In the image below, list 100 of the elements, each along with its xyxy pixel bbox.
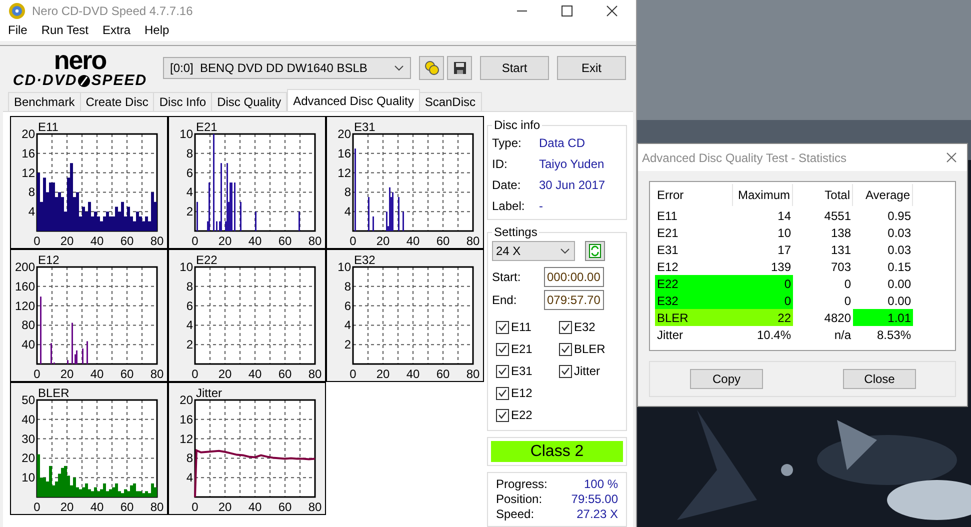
checkbox[interactable] [496, 364, 509, 378]
axis-label: 20 [22, 127, 35, 141]
axis-label: 60 [278, 367, 292, 381]
checkbox[interactable] [496, 408, 509, 422]
axis-label: 30 [22, 432, 35, 446]
axis-label: 20 [376, 367, 390, 381]
chart-title: E31 [354, 120, 376, 134]
axis-label: 20 [60, 367, 74, 381]
field-label: Type: [492, 135, 522, 152]
column-header[interactable]: Total [793, 184, 853, 206]
table-cell: BLER [655, 309, 733, 326]
caret-icon [560, 248, 570, 254]
end-label: End: [492, 292, 518, 309]
field-label: Date: [492, 177, 522, 194]
field-label: Speed: [496, 507, 534, 522]
field-value: 30 Jun 2017 [539, 177, 606, 194]
axis-label: 8 [344, 185, 351, 200]
checkbox[interactable] [496, 342, 509, 356]
axis-label: 16 [180, 412, 193, 426]
field-label: Position: [496, 492, 542, 507]
table-cell-text: E11 [656, 208, 678, 224]
axis-label: 80 [308, 500, 322, 514]
checkbox-label: E21 [511, 341, 532, 358]
axis-label: 40 [22, 338, 35, 352]
tab[interactable]: Benchmark [8, 92, 81, 111]
checkbox[interactable] [559, 364, 572, 378]
axis-label: 80 [150, 500, 164, 514]
caret-icon [394, 64, 404, 70]
axis-label: 60 [120, 500, 134, 514]
axis-label: 80 [150, 367, 164, 381]
axis-label: 40 [248, 234, 262, 248]
axis-label: 60 [436, 234, 450, 248]
copy-button[interactable]: Copy [690, 369, 763, 389]
close-button[interactable]: Close [843, 369, 916, 389]
end-field[interactable]: 079:57.70 [544, 290, 604, 310]
table-cell: E22 [655, 275, 733, 292]
axis-label: 6 [186, 298, 193, 313]
table-cell-text: 0.03 [886, 242, 912, 258]
table-cell-text: 0.00 [886, 292, 912, 309]
table-cell-text: 4551 [823, 208, 852, 224]
refresh-icon [589, 244, 601, 258]
table-cell: E32 [655, 292, 733, 309]
checkbox-label: Jitter [574, 363, 600, 380]
table-cell-text: 703 [830, 258, 852, 275]
field-label: Progress: [496, 477, 548, 492]
axis-label: 4 [186, 318, 193, 332]
menu-item[interactable]: Run Test [41, 21, 88, 40]
checkbox-label: E32 [574, 319, 596, 336]
axis-label: 4 [186, 185, 193, 200]
axis-label: 80 [308, 234, 322, 248]
column-header[interactable]: Maximum [733, 184, 793, 206]
axis-label: 160 [14, 279, 35, 294]
field-value: Data CD [539, 135, 586, 152]
start-button[interactable]: Start [480, 56, 549, 80]
axis-label: 0 [192, 234, 198, 248]
field-value: - [539, 198, 543, 215]
table-cell-text: 10.4% [756, 326, 792, 343]
tab[interactable]: Advanced Disc Quality [287, 89, 420, 111]
refresh-button[interactable] [585, 241, 605, 261]
menu-item[interactable]: File [8, 21, 28, 40]
column-header[interactable]: Average [853, 184, 913, 206]
exit-button[interactable]: Exit [557, 56, 626, 80]
close-icon[interactable] [606, 4, 618, 17]
chart-title: E11 [38, 120, 58, 134]
table-cell-text: 4820 [823, 310, 852, 326]
axis-label: 40 [406, 234, 420, 248]
field-label: ID: [492, 156, 508, 173]
class-badge: Class 2 [491, 441, 623, 462]
axis-label: 12 [338, 166, 351, 180]
close-icon[interactable] [946, 152, 957, 163]
table-cell-text: 139 [770, 258, 792, 275]
table-cell-text: 14 [776, 208, 792, 224]
floppy-icon [452, 60, 466, 74]
axis-label: 60 [436, 367, 450, 381]
eject-button[interactable] [419, 56, 444, 80]
axis-label: 12 [22, 166, 35, 180]
axis-label: 0 [34, 500, 40, 514]
tab[interactable]: Disc Quality [211, 92, 288, 111]
axis-label: 40 [248, 367, 262, 381]
checkbox[interactable] [559, 320, 572, 334]
start-field[interactable]: 000:00.00 [544, 267, 604, 287]
save-button[interactable] [447, 56, 472, 80]
table-cell-text: 0 [843, 276, 852, 292]
axis-label: 20 [60, 500, 74, 514]
axis-label: 10 [22, 470, 35, 485]
menu-item[interactable]: Help [144, 21, 170, 40]
checkbox[interactable] [559, 342, 572, 356]
axis-label: 8 [344, 279, 351, 294]
column-header[interactable]: Error [655, 184, 733, 206]
menu-item[interactable]: Extra [102, 21, 130, 40]
tab[interactable]: ScanDisc [418, 92, 482, 111]
maximize-icon[interactable] [561, 4, 573, 17]
speed-dropdown[interactable]: 24 X [492, 241, 575, 261]
drive-dropdown[interactable]: [0:0] BENQ DVD DD DW1640 BSLB [163, 56, 411, 78]
checkbox[interactable] [496, 386, 509, 400]
axis-label: 40 [90, 367, 104, 381]
table-cell-text: 0.95 [886, 208, 912, 224]
chart-title: E32 [354, 253, 376, 267]
group-title: Settings [493, 224, 538, 241]
checkbox[interactable] [496, 320, 509, 334]
